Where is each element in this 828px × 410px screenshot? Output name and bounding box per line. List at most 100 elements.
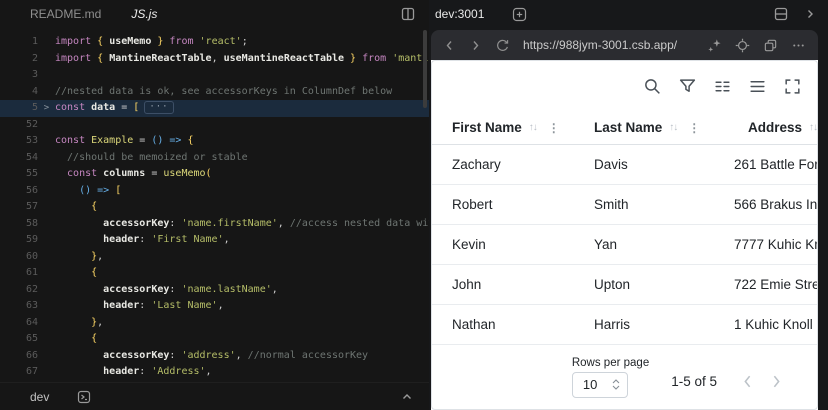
code-text: { [55, 199, 429, 216]
code-line-4[interactable]: 4//nested data is ok, see accessorKeys i… [0, 84, 429, 101]
duplicate-window-icon[interactable] [763, 38, 778, 53]
code-lines: 1import { useMemo } from 'react';2import… [0, 34, 429, 381]
filter-icon[interactable] [674, 73, 700, 99]
columns-icon[interactable] [709, 73, 735, 99]
rows-per-page-label: Rows per page [572, 357, 649, 369]
page-size-select[interactable]: 10 [572, 372, 628, 398]
editor-scrollbar[interactable] [423, 30, 427, 108]
code-text: { [55, 265, 429, 282]
code-text: //nested data is ok, see accessorKeys in… [55, 84, 429, 101]
code-text: }, [55, 249, 429, 266]
tab-dev-3001[interactable]: dev:3001 [435, 7, 484, 21]
line-number: 55 [0, 166, 38, 183]
pagination-buttons [739, 373, 785, 390]
code-line-57[interactable]: 57 { [0, 199, 429, 216]
browser-preview: First Name ↑↓ ⋮ Last Name ↑↓ ⋮ Address ↑… [431, 30, 818, 410]
editor-pane: README.md JS.js 1import { useMemo } from… [0, 0, 429, 410]
code-line-53[interactable]: 53const Example = () => { [0, 133, 429, 150]
table-cell: Davis [594, 157, 734, 172]
table-cell: 1 Kuhic Knoll [734, 317, 817, 332]
code-line-65[interactable]: 65 { [0, 331, 429, 348]
code-text: () => [ [55, 183, 429, 200]
code-line-1[interactable]: 1import { useMemo } from 'react'; [0, 34, 429, 51]
fold-ellipsis-badge[interactable]: ··· [144, 101, 173, 114]
dev-task-label[interactable]: dev [30, 390, 49, 404]
sort-icon[interactable]: ↑↓ [529, 122, 537, 133]
line-number: 64 [0, 315, 38, 332]
code-line-5[interactable]: 5>const data = [··· [0, 100, 429, 117]
code-line-52[interactable]: 52 [0, 117, 429, 134]
code-line-56[interactable]: 56 () => [ [0, 183, 429, 200]
table-cell: Kevin [432, 237, 594, 252]
table-cell: Harris [594, 317, 734, 332]
tab-jsjs[interactable]: JS.js [131, 7, 157, 21]
header-label: Last Name [594, 120, 662, 135]
table-footer: Rows per page 10 1-5 of 5 [432, 345, 817, 409]
code-line-59[interactable]: 59 header: 'First Name', [0, 232, 429, 249]
header-label: Address [748, 120, 802, 135]
sparkle-pointer-icon[interactable] [707, 38, 722, 53]
code-line-67[interactable]: 67 header: 'Address', [0, 364, 429, 381]
sort-icon[interactable]: ↑↓ [809, 122, 817, 133]
fullscreen-icon[interactable] [779, 73, 805, 99]
mrt-table-paper: First Name ↑↓ ⋮ Last Name ↑↓ ⋮ Address ↑… [431, 60, 818, 410]
table-toolbar [432, 61, 817, 111]
chevron-right-icon[interactable] [804, 8, 816, 20]
code-text: const data = [··· [55, 100, 429, 117]
tab-readme[interactable]: README.md [30, 7, 101, 21]
code-text: { [55, 331, 429, 348]
code-text: accessorKey: 'address', //normal accesso… [55, 348, 429, 365]
code-line-63[interactable]: 63 header: 'Last Name', [0, 298, 429, 315]
line-number: 52 [0, 117, 38, 134]
code-text: header: 'Last Name', [55, 298, 429, 315]
table-cell: 566 Brakus Inlet [734, 197, 817, 212]
code-line-58[interactable]: 58 accessorKey: 'name.firstName', //acce… [0, 216, 429, 233]
target-icon[interactable] [735, 38, 750, 53]
back-icon[interactable] [443, 39, 456, 52]
line-number: 65 [0, 331, 38, 348]
line-number: 62 [0, 282, 38, 299]
code-editor[interactable]: 1import { useMemo } from 'react';2import… [0, 28, 429, 382]
line-number: 57 [0, 199, 38, 216]
url-input[interactable] [523, 38, 694, 52]
header-first-name[interactable]: First Name ↑↓ ⋮ [432, 120, 594, 135]
split-editor-icon[interactable] [401, 7, 415, 21]
table-cell: Upton [594, 277, 734, 292]
code-line-62[interactable]: 62 accessorKey: 'name.lastName', [0, 282, 429, 299]
column-menu-icon[interactable]: ⋮ [548, 121, 560, 135]
line-number: 60 [0, 249, 38, 266]
code-line-64[interactable]: 64 }, [0, 315, 429, 332]
density-icon[interactable] [744, 73, 770, 99]
split-horizontal-icon[interactable] [774, 7, 788, 21]
code-line-66[interactable]: 66 accessorKey: 'address', //normal acce… [0, 348, 429, 365]
code-line-55[interactable]: 55 const columns = useMemo( [0, 166, 429, 183]
terminal-icon[interactable] [77, 390, 91, 404]
code-line-54[interactable]: 54 //should be memoized or stable [0, 150, 429, 167]
refresh-icon[interactable] [495, 38, 510, 53]
next-page-icon[interactable] [768, 373, 785, 390]
header-address[interactable]: Address ↑↓ [734, 120, 817, 135]
ellipsis-icon[interactable] [791, 38, 806, 53]
header-last-name[interactable]: Last Name ↑↓ ⋮ [594, 120, 734, 135]
previous-page-icon[interactable] [739, 373, 756, 390]
forward-icon[interactable] [469, 39, 482, 52]
line-number: 59 [0, 232, 38, 249]
editor-statusbar: dev [0, 382, 429, 410]
table-row: RobertSmith566 Brakus Inlet [432, 185, 817, 225]
sort-icon[interactable]: ↑↓ [669, 122, 677, 133]
table-cell: 261 Battle Ford [734, 157, 817, 172]
table-cell: 7777 Kuhic Knoll [734, 237, 817, 252]
code-line-3[interactable]: 3 [0, 67, 429, 84]
add-devtool-icon[interactable] [512, 7, 527, 22]
column-menu-icon[interactable]: ⋮ [688, 121, 700, 135]
code-line-61[interactable]: 61 { [0, 265, 429, 282]
line-number: 56 [0, 183, 38, 200]
chevron-up-icon[interactable] [401, 391, 413, 403]
line-number: 66 [0, 348, 38, 365]
search-icon[interactable] [639, 73, 665, 99]
fold-arrow-icon[interactable]: > [38, 100, 55, 117]
code-line-60[interactable]: 60 }, [0, 249, 429, 266]
table-cell: 722 Emie Stream [734, 277, 817, 292]
code-text: const Example = () => { [55, 133, 429, 150]
code-line-2[interactable]: 2import { MantineReactTable, useMantineR… [0, 51, 429, 68]
